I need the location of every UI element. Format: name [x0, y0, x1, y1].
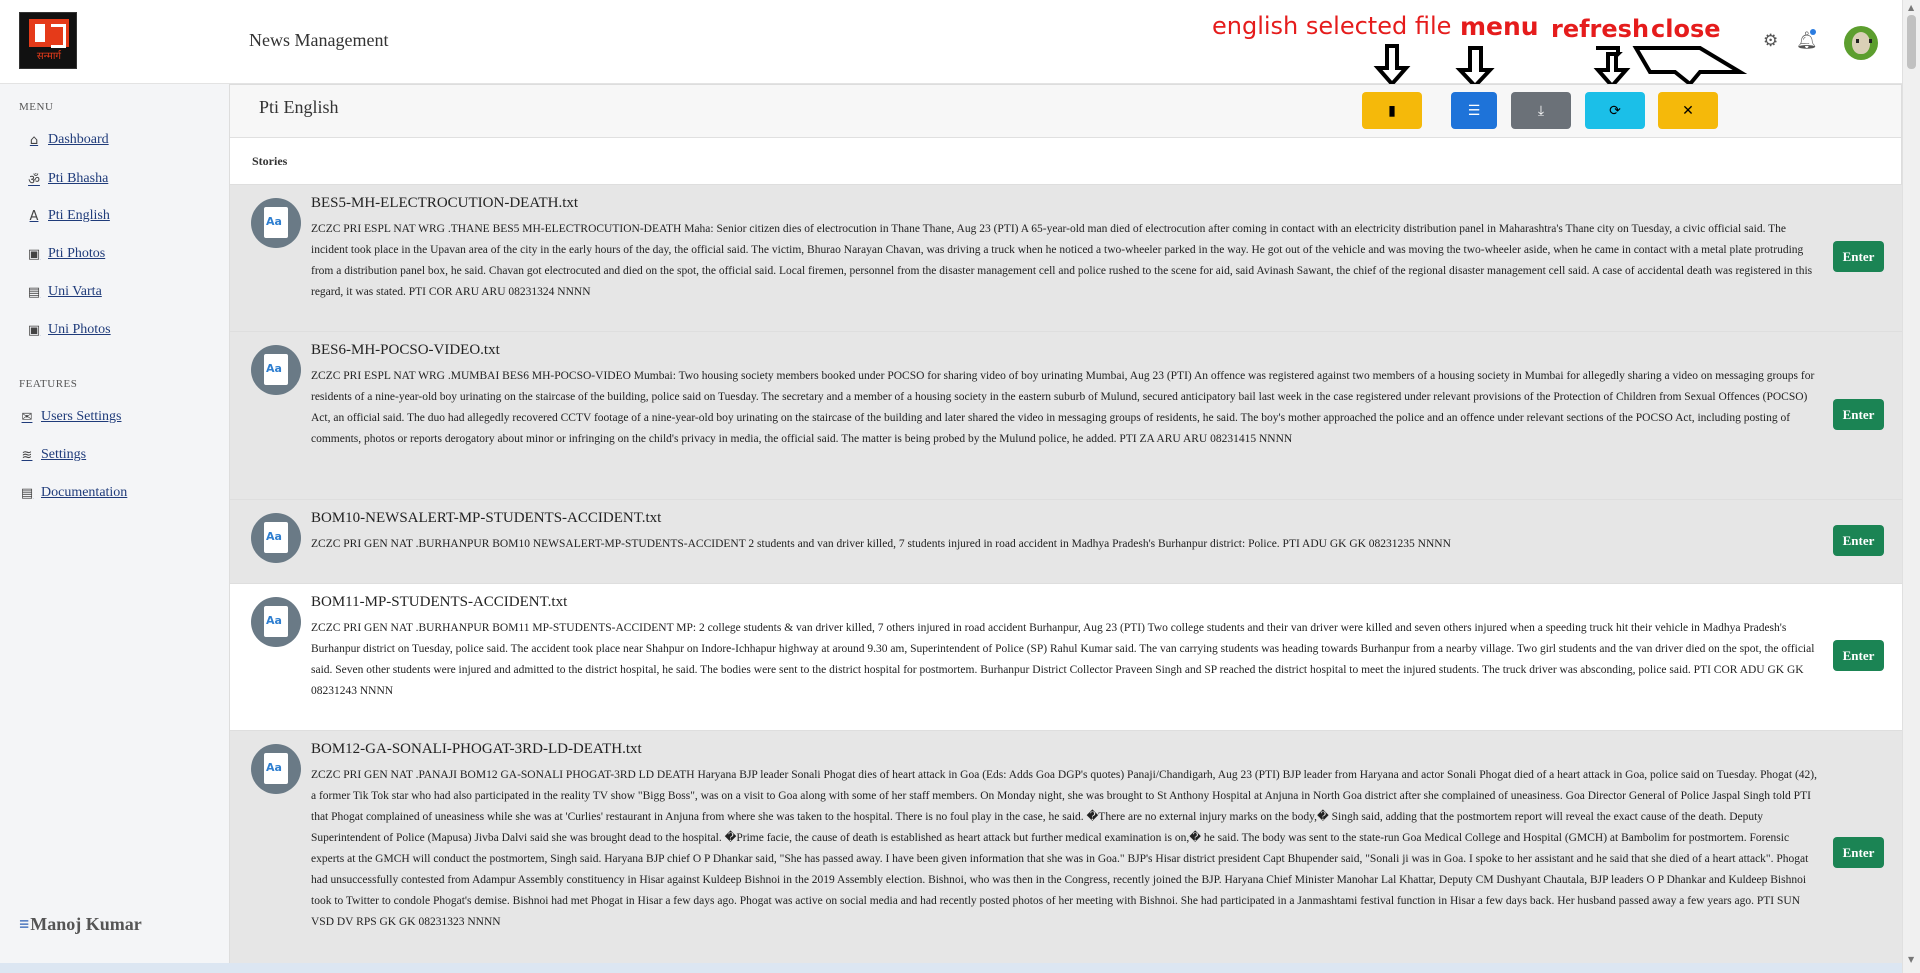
stories-list: Aa BES5-MH-ELECTROCUTION-DEATH.txt ZCZC …: [230, 184, 1903, 970]
refresh-icon: ⟳: [1609, 102, 1621, 119]
download-button[interactable]: ⤓: [1511, 92, 1571, 129]
close-icon: ✕: [1682, 102, 1694, 119]
envelope-icon: ✉: [21, 409, 33, 425]
sidebar-features-heading: FEATURES: [19, 378, 78, 390]
list-item: Aa BOM10-NEWSALERT-MP-STUDENTS-ACCIDENT.…: [230, 499, 1903, 583]
enter-button[interactable]: Enter: [1833, 525, 1884, 556]
main-panel: Pti English ▮ ☰ ⤓ ⟳ ✕ Stories Aa BES5-MH…: [229, 84, 1903, 973]
sidebar-item-label: Documentation: [41, 485, 128, 500]
download-icon: ⤓: [1537, 102, 1545, 119]
story-text: ZCZC PRI GEN NAT .BURHANPUR BOM10 NEWSAL…: [311, 538, 1451, 550]
story-filename[interactable]: BES5-MH-ELECTROCUTION-DEATH.txt: [311, 195, 578, 212]
sidebar-item-uni-varta[interactable]: ▤ Uni Varta: [26, 284, 102, 300]
letter-a-icon: A: [29, 208, 39, 224]
hamburger-icon: ☰: [1467, 102, 1481, 119]
sidebar-item-label: Users Settings: [41, 409, 122, 424]
sidebar-menu-heading: MENU: [19, 101, 54, 113]
sidebar-item-users-settings[interactable]: ✉ Users Settings: [19, 409, 122, 425]
sidebar-item-pti-bhasha[interactable]: ॐ Pti Bhasha: [26, 170, 108, 188]
arrow-down-icon: [1632, 46, 1748, 87]
sidebar-item-label: Uni Varta: [48, 284, 102, 299]
sidebar-item-settings[interactable]: ≋ Settings: [19, 447, 87, 463]
story-text: ZCZC PRI ESPL NAT WRG .THANE BES5 MH-ELE…: [311, 223, 1813, 298]
close-button[interactable]: ✕: [1658, 92, 1718, 129]
document-icon: ▤: [27, 284, 41, 300]
om-icon: ॐ: [28, 173, 40, 188]
file-icon: ▮: [1388, 102, 1396, 119]
enter-button[interactable]: Enter: [1833, 399, 1884, 430]
image-icon: ▣: [27, 322, 41, 338]
story-filename[interactable]: BOM12-GA-SONALI-PHOGAT-3RD-LD-DEATH.txt: [311, 741, 642, 758]
scroll-thumb[interactable]: [1907, 15, 1916, 69]
text-file-icon: Aa: [251, 744, 301, 794]
panel-title: Pti English: [259, 97, 339, 117]
file-icon: ▤: [20, 485, 34, 501]
story-filename[interactable]: BOM11-MP-STUDENTS-ACCIDENT.txt: [311, 594, 567, 611]
list-item: Aa BOM11-MP-STUDENTS-ACCIDENT.txt ZCZC P…: [230, 583, 1903, 730]
story-text: ZCZC PRI GEN NAT .BURHANPUR BOM11 MP-STU…: [311, 622, 1815, 697]
arrow-down-icon: [1455, 46, 1495, 89]
sidebar-item-label: Pti English: [48, 208, 110, 223]
text-file-icon: Aa: [251, 345, 301, 395]
sidebar-item-pti-english[interactable]: A Pti English: [26, 208, 110, 224]
sidebar-item-pti-photos[interactable]: ▣ Pti Photos: [26, 246, 105, 262]
hamburger-icon: ≡: [19, 914, 30, 934]
user-menu[interactable]: ≡Manoj Kumar: [19, 914, 142, 935]
home-icon: ⌂: [29, 132, 39, 148]
list-item: Aa BES6-MH-POCSO-VIDEO.txt ZCZC PRI ESPL…: [230, 331, 1903, 499]
story-filename[interactable]: BES6-MH-POCSO-VIDEO.txt: [311, 342, 500, 359]
menu-button[interactable]: ☰: [1451, 92, 1497, 129]
sidebar-item-label: Dashboard: [48, 132, 109, 147]
sidebar-item-label: Pti Bhasha: [48, 171, 109, 186]
sidebar-item-dashboard[interactable]: ⌂ Dashboard: [26, 132, 109, 148]
image-icon: ▣: [27, 246, 41, 262]
enter-button[interactable]: Enter: [1833, 640, 1884, 671]
list-item: Aa BOM12-GA-SONALI-PHOGAT-3RD-LD-DEATH.t…: [230, 730, 1903, 970]
sidebar-item-label: Uni Photos: [48, 322, 111, 337]
user-name: Manoj Kumar: [30, 914, 142, 934]
text-file-icon: Aa: [251, 597, 301, 647]
story-text: ZCZC PRI ESPL NAT WRG .MUMBAI BES6 MH-PO…: [311, 370, 1815, 445]
text-file-icon: Aa: [251, 198, 301, 248]
sidebar-item-label: Pti Photos: [48, 246, 106, 261]
enter-button[interactable]: Enter: [1833, 241, 1884, 272]
sidebar-item-label: Settings: [41, 447, 87, 462]
bottom-strip: [0, 963, 1902, 973]
layers-icon: ≋: [21, 447, 33, 463]
arrow-down-icon: [1593, 52, 1631, 90]
selected-file-button[interactable]: ▮: [1362, 92, 1422, 129]
sidebar-item-documentation[interactable]: ▤ Documentation: [19, 485, 127, 501]
enter-button[interactable]: Enter: [1833, 837, 1884, 868]
sidebar-item-uni-photos[interactable]: ▣ Uni Photos: [26, 322, 111, 338]
refresh-button[interactable]: ⟳: [1585, 92, 1645, 129]
story-filename[interactable]: BOM10-NEWSALERT-MP-STUDENTS-ACCIDENT.txt: [311, 510, 661, 527]
story-text: ZCZC PRI GEN NAT .PANAJI BOM12 GA-SONALI…: [311, 769, 1818, 928]
page-scrollbar[interactable]: ▲ ▼: [1902, 0, 1920, 973]
sidebar: MENU ⌂ Dashboard ॐ Pti Bhasha A Pti Engl…: [0, 84, 229, 973]
scroll-up-icon[interactable]: ▲: [1908, 3, 1914, 12]
arrow-down-icon: [1373, 44, 1411, 88]
text-file-icon: Aa: [251, 513, 301, 563]
panel-header: Pti English ▮ ☰ ⤓ ⟳ ✕: [230, 85, 1901, 138]
scroll-down-icon[interactable]: ▼: [1908, 955, 1914, 964]
list-item: Aa BES5-MH-ELECTROCUTION-DEATH.txt ZCZC …: [230, 184, 1903, 331]
stories-heading: Stories: [252, 154, 288, 168]
